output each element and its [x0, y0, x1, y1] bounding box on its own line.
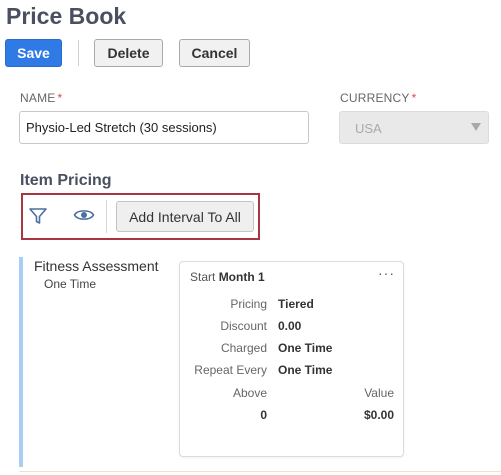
interval-start: Start Month 1: [190, 270, 265, 284]
add-interval-to-all-button[interactable]: Add Interval To All: [116, 201, 254, 232]
discount-label: Discount: [220, 319, 267, 333]
discount-value: 0.00: [278, 319, 302, 333]
interval-card[interactable]: Start Month 1 ··· Pricing Tiered Discoun…: [179, 261, 404, 457]
pricing-value: Tiered: [278, 297, 314, 311]
item-pricing-title: Item Pricing: [20, 172, 112, 189]
filter-icon[interactable]: [26, 204, 50, 228]
name-field[interactable]: [19, 111, 309, 144]
required-mark: *: [57, 91, 63, 105]
currency-value: USA: [355, 121, 382, 136]
charged-label: Charged: [220, 341, 267, 355]
pricing-label: Pricing: [230, 297, 267, 311]
charged-value: One Time: [278, 341, 333, 355]
toolbar-separator: [106, 200, 107, 233]
section-bottom-divider: [19, 471, 501, 472]
tier-value-cell: $0.00: [363, 408, 394, 422]
cancel-button[interactable]: Cancel: [179, 39, 250, 67]
save-button[interactable]: Save: [5, 39, 62, 67]
currency-label-text: CURRENCY: [340, 91, 410, 105]
tier-value-header: Value: [364, 386, 394, 400]
currency-select: USA: [339, 111, 489, 144]
page-title: Price Book: [6, 3, 127, 29]
chevron-down-icon: [471, 123, 481, 131]
name-label-text: NAME: [20, 91, 56, 105]
interval-start-value: Month 1: [218, 270, 265, 284]
name-label: NAME *: [20, 91, 62, 105]
interval-start-label: Start: [190, 270, 216, 284]
tier-above-header: Above: [232, 386, 267, 400]
interval-accent-bar: [19, 257, 23, 467]
tier-above-cell: 0: [260, 408, 267, 422]
toolbar-divider: [78, 40, 79, 66]
repeat-every-label: Repeat Every: [194, 363, 267, 377]
delete-button[interactable]: Delete: [94, 39, 163, 67]
item-name: Fitness Assessment: [34, 258, 159, 274]
required-mark: *: [411, 91, 417, 105]
repeat-every-value: One Time: [278, 363, 333, 377]
currency-label: CURRENCY *: [340, 91, 416, 105]
item-frequency: One Time: [44, 277, 97, 291]
more-options-icon[interactable]: ···: [378, 265, 395, 281]
eye-icon[interactable]: [72, 203, 96, 227]
